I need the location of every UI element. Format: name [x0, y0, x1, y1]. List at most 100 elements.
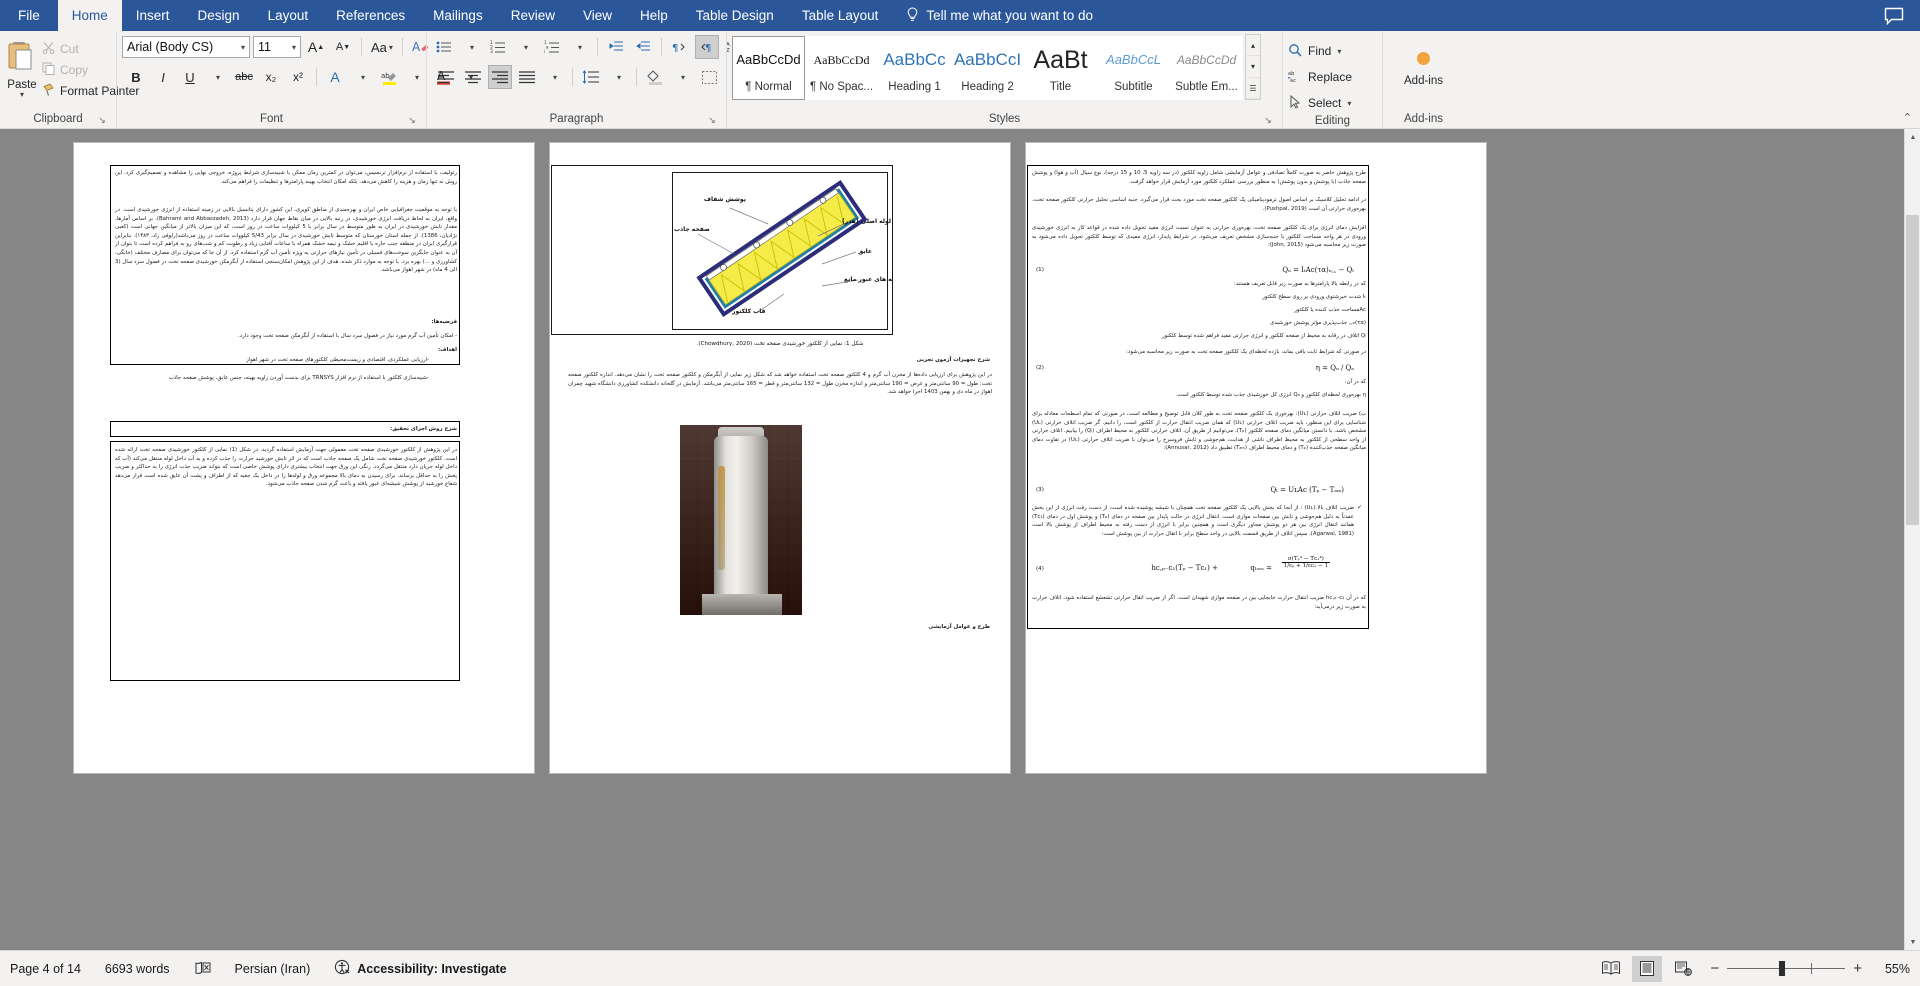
align-right-icon[interactable] [488, 65, 512, 89]
zoom-thumb[interactable] [1779, 961, 1786, 976]
ribbon-tab-table-layout[interactable]: Table Layout [788, 0, 893, 31]
accessibility-status[interactable]: Accessibility: Investigate [334, 959, 507, 978]
ribbon-tab-home[interactable]: Home [57, 0, 122, 31]
line-spacing-icon[interactable] [579, 65, 603, 89]
chevron-down-icon[interactable]: ▾ [241, 43, 245, 52]
ribbon-tab-view[interactable]: View [569, 0, 626, 31]
left-to-right-icon[interactable]: ¶ [668, 35, 692, 59]
text-effects-dropdown[interactable]: ▾ [350, 65, 374, 89]
borders-icon[interactable] [697, 65, 721, 89]
scroll-up-button[interactable]: ▲ [1905, 129, 1920, 145]
web-layout-button[interactable] [1668, 956, 1698, 982]
right-page-textbox[interactable]: طرح پژوهش حاضر به صورت کاملاً تصادفی و ع… [1027, 165, 1369, 629]
numbering-icon[interactable]: 123 [486, 35, 510, 59]
chevron-down-icon[interactable]: ▾ [292, 43, 296, 52]
style-heading-2[interactable]: AaBbCcI Heading 2 [951, 36, 1024, 100]
multilevel-list-icon[interactable]: 1ai [540, 35, 564, 59]
highlight-dropdown[interactable]: ▾ [404, 65, 428, 89]
italic-button[interactable]: I [151, 65, 175, 89]
styles-more-button[interactable]: ☰ [1246, 78, 1260, 99]
select-button[interactable]: Select ▾ [1288, 92, 1351, 114]
multilevel-dropdown[interactable]: ▾ [567, 35, 591, 59]
zoom-out-button[interactable]: − [1710, 960, 1719, 977]
chevron-down-icon[interactable]: ▾ [1347, 99, 1351, 108]
font-size-input[interactable]: 11 ▾ [253, 36, 301, 58]
comment-icon[interactable] [1884, 7, 1904, 25]
bullets-icon[interactable] [432, 35, 456, 59]
numbering-dropdown[interactable]: ▾ [513, 35, 537, 59]
paste-button[interactable]: Paste ▾ [5, 34, 39, 99]
styles-gallery-scrollbar[interactable]: ▴ ▾ ☰ [1245, 34, 1261, 100]
shading-icon[interactable] [643, 65, 667, 89]
superscript-button[interactable]: x² [286, 65, 310, 89]
zoom-level-label[interactable]: 55% [1874, 962, 1910, 976]
increase-indent-icon[interactable] [631, 35, 655, 59]
addins-button[interactable]: Add-ins [1388, 34, 1460, 87]
bold-button[interactable]: B [124, 65, 148, 89]
ribbon-tab-layout[interactable]: Layout [254, 0, 323, 31]
ribbon-tab-design[interactable]: Design [184, 0, 254, 31]
subscript-button[interactable]: x₂ [259, 65, 283, 89]
document-page-left[interactable]: رئولیف، با استفاده از نرم‌افزار ترنسیس، … [74, 143, 534, 773]
document-page-right[interactable]: طرح پژوهش حاضر به صورت کاملاً تصادفی و ع… [1026, 143, 1486, 773]
ribbon-tab-file[interactable]: File [0, 0, 58, 31]
style-no-spacing[interactable]: AaBbCcDd ¶ No Spac... [805, 36, 878, 100]
left-page-textbox-2[interactable]: در این پژوهش از کلکتور خورشیدی صفحه تخت … [110, 441, 460, 681]
decrease-indent-icon[interactable] [604, 35, 628, 59]
collector-figure-frame[interactable]: پوشش شفاف صفحه جاذب لوله اصلی (هدر) عایق… [551, 165, 893, 335]
underline-button[interactable]: U [178, 65, 202, 89]
scroll-down-button[interactable]: ▼ [1905, 934, 1920, 950]
zoom-slider[interactable]: − + [1710, 960, 1862, 977]
ribbon-tab-mailings[interactable]: Mailings [419, 0, 497, 31]
align-center-icon[interactable] [461, 65, 485, 89]
highlight-icon[interactable]: ab [377, 65, 401, 89]
word-count-status[interactable]: 6693 words [105, 962, 170, 976]
replace-button[interactable]: ab ac Replace [1287, 66, 1352, 88]
print-layout-button[interactable] [1632, 955, 1663, 982]
justify-dropdown[interactable]: ▾ [542, 65, 566, 89]
style-subtle-emphasis[interactable]: AaBbCcDd Subtle Em... [1170, 36, 1243, 100]
change-case-button[interactable]: Aa ▾ [368, 35, 396, 59]
language-status[interactable]: Persian (Iran) [235, 962, 311, 976]
style-normal[interactable]: AaBbCcDd ¶ Normal [732, 36, 805, 100]
zoom-track[interactable] [1727, 961, 1846, 976]
find-button[interactable]: Find ▾ [1288, 40, 1341, 62]
shading-dropdown[interactable]: ▾ [670, 65, 694, 89]
ribbon-tab-table-design[interactable]: Table Design [682, 0, 788, 31]
ribbon-tab-help[interactable]: Help [626, 0, 682, 31]
font-name-input[interactable]: Arial (Body CS) ▾ [122, 36, 250, 58]
vertical-scrollbar[interactable]: ▲ ▼ [1904, 129, 1920, 950]
page-number-status[interactable]: Page 4 of 14 [10, 962, 81, 976]
justify-icon[interactable] [515, 65, 539, 89]
bullets-dropdown[interactable]: ▾ [459, 35, 483, 59]
underline-dropdown[interactable]: ▾ [205, 65, 229, 89]
styles-scroll-up[interactable]: ▴ [1246, 35, 1260, 56]
collapse-ribbon-button[interactable]: ⌃ [1903, 111, 1912, 124]
chevron-down-icon[interactable]: ▾ [1337, 47, 1341, 56]
line-spacing-dropdown[interactable]: ▾ [606, 65, 630, 89]
proofing-errors-icon[interactable] [194, 961, 211, 976]
right-to-left-icon[interactable]: ¶ [695, 35, 719, 59]
experiment-photo[interactable] [680, 425, 802, 615]
tell-me-box[interactable]: Tell me what you want to do [892, 0, 1107, 31]
left-page-textbox-1[interactable]: رئولیف، با استفاده از نرم‌افزار ترنسیس، … [110, 165, 460, 365]
document-page-middle[interactable]: پوشش شفاف صفحه جاذب لوله اصلی (هدر) عایق… [550, 143, 1010, 773]
zoom-in-button[interactable]: + [1853, 960, 1862, 977]
ribbon-tab-review[interactable]: Review [497, 0, 569, 31]
text-effects-icon[interactable]: A [323, 65, 347, 89]
styles-scroll-down[interactable]: ▾ [1246, 57, 1260, 78]
style-heading-1[interactable]: AaBbCc Heading 1 [878, 36, 951, 100]
paragraph-dialog-launcher[interactable]: ↘ [707, 113, 717, 125]
grow-font-button[interactable]: A ▲ [304, 35, 328, 59]
style-title[interactable]: AaBt Title [1024, 36, 1097, 100]
ribbon-tab-insert[interactable]: Insert [122, 0, 184, 31]
font-dialog-launcher[interactable]: ↘ [407, 113, 417, 125]
clipboard-dialog-launcher[interactable]: ↘ [97, 113, 107, 125]
chevron-down-icon[interactable]: ▾ [20, 91, 24, 99]
ribbon-tab-references[interactable]: References [322, 0, 419, 31]
align-left-icon[interactable] [434, 65, 458, 89]
scrollbar-thumb[interactable] [1906, 215, 1919, 525]
strikethrough-button[interactable]: abc [232, 65, 256, 89]
read-mode-button[interactable] [1596, 956, 1626, 982]
left-page-heading-box[interactable]: شرح روش اجرای تحقیق: [110, 421, 460, 437]
